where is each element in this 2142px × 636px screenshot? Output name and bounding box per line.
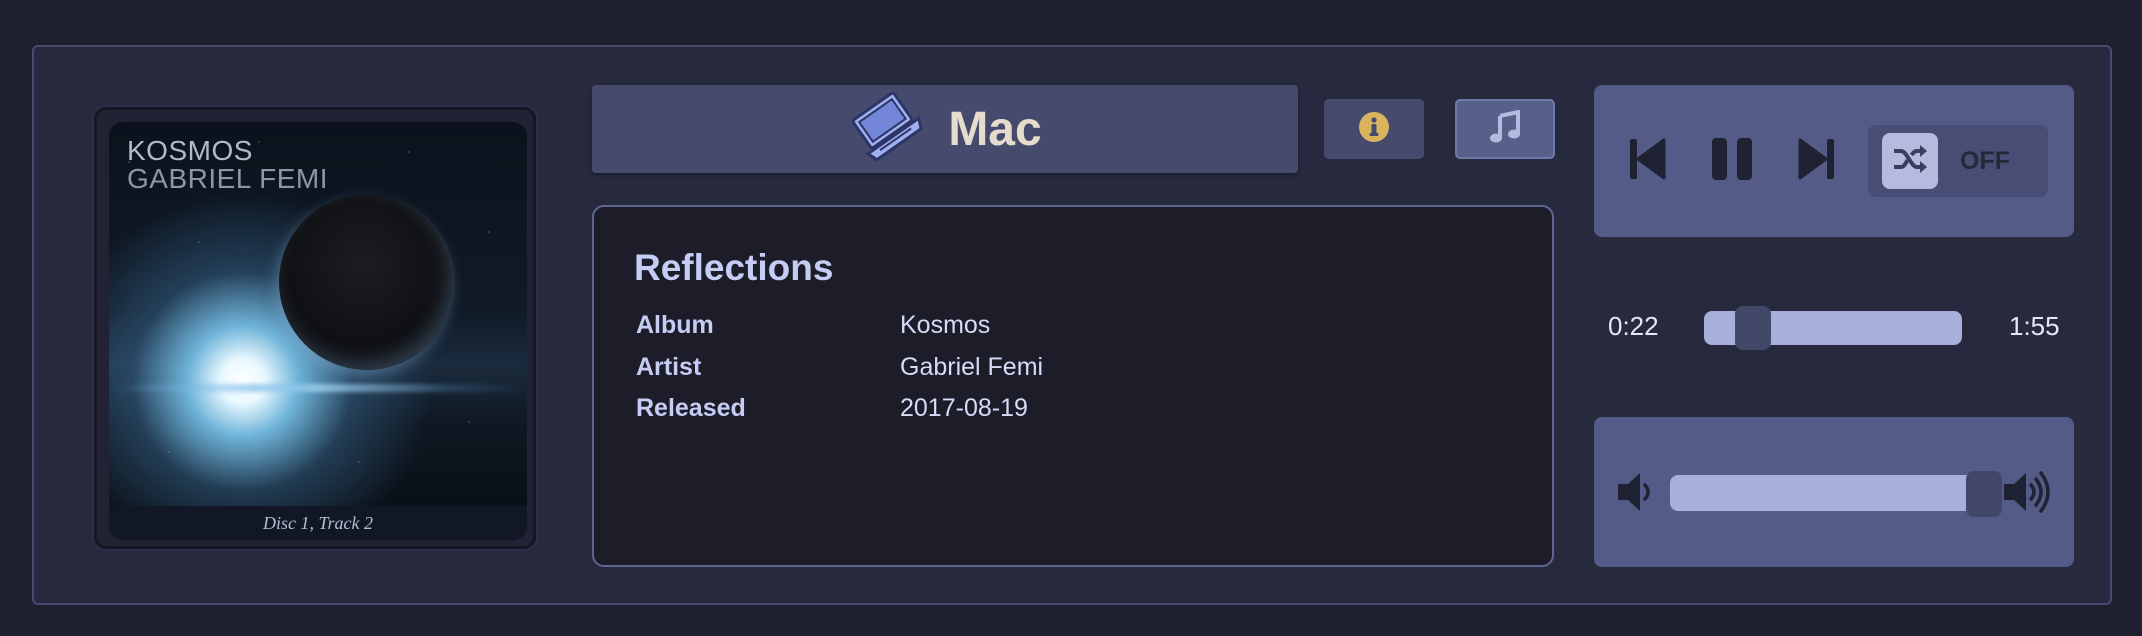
- volume-high-icon: [2002, 470, 2054, 519]
- info-button[interactable]: [1324, 99, 1424, 159]
- previous-button[interactable]: [1622, 137, 1674, 185]
- track-duration: 1:55: [2009, 311, 2060, 341]
- track-info-panel: Reflections Album Kosmos Artist Gabriel …: [592, 205, 1554, 567]
- volume-panel: [1594, 417, 2074, 567]
- device-selector-button[interactable]: Mac: [592, 85, 1298, 173]
- info-icon: [1358, 111, 1390, 148]
- meta-key: Album: [636, 311, 714, 339]
- pause-icon: [1710, 136, 1754, 187]
- pause-button[interactable]: [1706, 137, 1758, 185]
- seek-slider[interactable]: [1704, 306, 1962, 350]
- media-player: KOSMOS GABRIEL FEMI Disc 1, Track 2 Mac: [32, 45, 2112, 605]
- skip-next-icon: [1796, 136, 1836, 187]
- light-streak: [109, 384, 527, 392]
- album-art-artist: GABRIEL FEMI: [127, 163, 329, 194]
- seek-slider-thumb[interactable]: [1735, 306, 1772, 350]
- meta-value: Kosmos: [900, 311, 991, 339]
- playback-controls: OFF: [1594, 85, 2074, 237]
- elapsed-time: 0:22: [1608, 311, 1659, 341]
- shuffle-state-label: OFF: [1960, 147, 2010, 175]
- volume-slider[interactable]: [1670, 471, 2002, 517]
- album-art: KOSMOS GABRIEL FEMI Disc 1, Track 2: [109, 122, 527, 540]
- meta-key: Released: [636, 394, 746, 422]
- music-note-icon: [1488, 109, 1522, 149]
- shuffle-icon: [1892, 143, 1928, 180]
- planet-image: [279, 194, 455, 370]
- volume-low-icon: [1616, 470, 1656, 519]
- shuffle-toggle[interactable]: OFF: [1868, 125, 2048, 197]
- skip-previous-icon: [1628, 136, 1668, 187]
- meta-key: Artist: [636, 353, 702, 381]
- disc-track-caption: Disc 1, Track 2: [109, 506, 527, 540]
- album-art-title: KOSMOS: [127, 135, 253, 166]
- next-button[interactable]: [1790, 137, 1842, 185]
- laptop-icon: [848, 88, 926, 171]
- shuffle-button[interactable]: [1882, 133, 1938, 189]
- device-label: Mac: [948, 102, 1042, 156]
- volume-slider-thumb[interactable]: [1965, 471, 2002, 517]
- meta-value: 2017-08-19: [900, 394, 1028, 422]
- album-art-frame: KOSMOS GABRIEL FEMI Disc 1, Track 2: [94, 107, 536, 549]
- track-title: Reflections: [634, 247, 834, 288]
- meta-value: Gabriel Femi: [900, 353, 1044, 381]
- music-button[interactable]: [1455, 99, 1555, 159]
